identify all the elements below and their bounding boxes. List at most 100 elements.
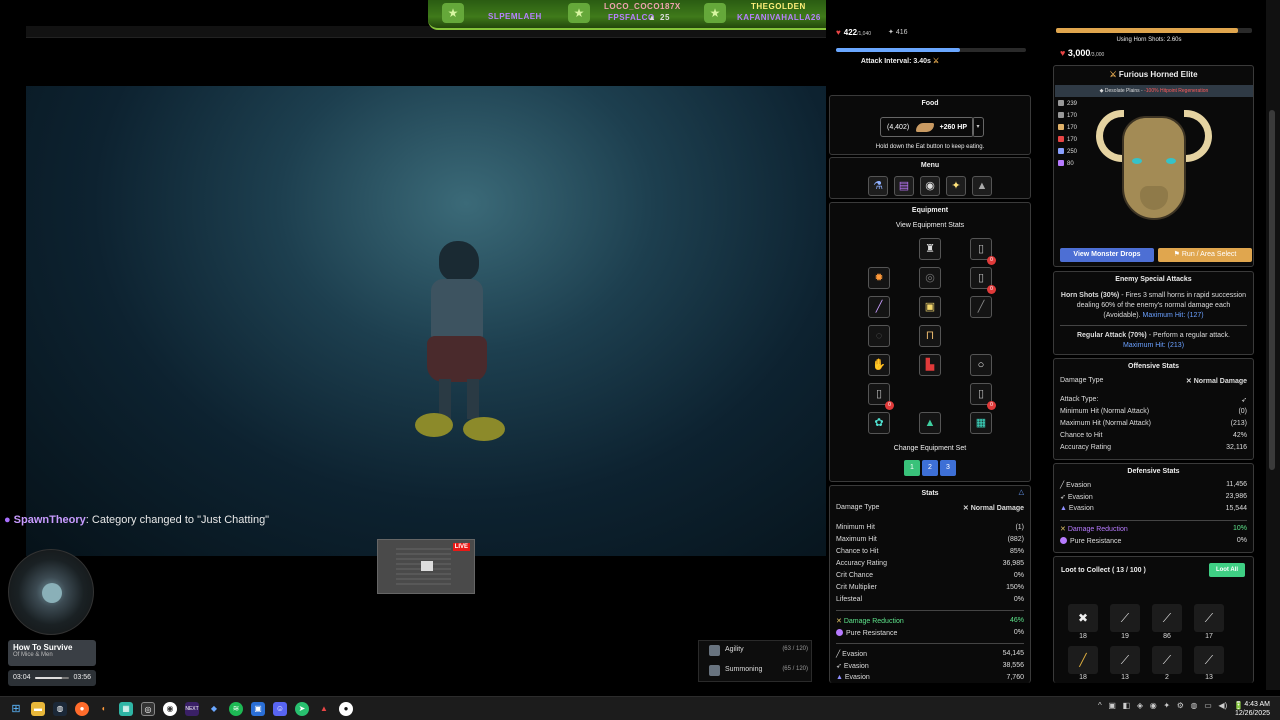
chat-message: ● SpawnTheory: Category changed to "Just …: [4, 514, 269, 526]
view-monster-drops-button[interactable]: View Monster Drops: [1060, 248, 1154, 262]
wolf-icon[interactable]: ▲: [972, 176, 992, 196]
body-armor-slot[interactable]: ▣: [919, 296, 941, 318]
enemy-column: Using Horn Shots: 2.60s ♥ 3,000/3,000 ⚔ …: [1036, 0, 1270, 690]
stream-video[interactable]: [26, 86, 826, 556]
quiver-slot[interactable]: ▲: [919, 412, 941, 434]
app-icon[interactable]: ▦: [119, 702, 133, 716]
weapon-slot[interactable]: ╱: [868, 296, 890, 318]
empty-slot[interactable]: ▯ 0: [868, 383, 894, 410]
live-preview-thumbnail[interactable]: LIVE: [377, 539, 475, 594]
orb-icon[interactable]: ◉: [920, 176, 940, 196]
run-area-select-button[interactable]: ⚑ Run / Area Select: [1158, 248, 1252, 262]
photos-icon[interactable]: ▣: [251, 702, 265, 716]
consumable-slot[interactable]: ▦: [970, 412, 992, 434]
food-dropdown[interactable]: ▾: [972, 117, 984, 137]
boots-slot[interactable]: ▙: [919, 354, 941, 376]
horn-icon[interactable]: ⟋: [1152, 604, 1182, 632]
ring2-slot[interactable]: ○: [970, 354, 992, 376]
scrollbar[interactable]: [1266, 0, 1280, 690]
firefox-icon[interactable]: ●: [75, 702, 89, 716]
clock-time: 4:43 AM: [1244, 701, 1270, 708]
app-icon[interactable]: ▲: [317, 702, 331, 716]
damage-type-row: Damage Type ✕ Normal Damage: [1060, 377, 1247, 385]
monster-card: ⚔ Furious Horned Elite ◆ Desolate Plains…: [1053, 65, 1254, 267]
legs-slot[interactable]: Π: [919, 325, 941, 347]
stat-row: Chance to Hit 42%: [1060, 432, 1247, 439]
spotify-icon[interactable]: ≋: [229, 702, 243, 716]
subscriber-banner: ★ SLPEMLAEH ★ LOCO_COCO187X FPSFALCO ▲ 2…: [428, 0, 842, 30]
evasion-row: ▲ Evasion 15,544: [1060, 505, 1247, 512]
chrome-icon[interactable]: ◉: [163, 702, 177, 716]
offhand-slot[interactable]: ╱: [970, 296, 992, 318]
loot-count: 17: [1205, 633, 1213, 640]
defensive-stats-title: Defensive Stats: [1127, 468, 1180, 475]
horn-icon[interactable]: ⟋: [1110, 646, 1140, 674]
amulet-slot[interactable]: ◎: [919, 267, 941, 289]
taskbar-clock[interactable]: 4:43 AM 12/26/2025: [1235, 700, 1270, 718]
monster-stat: 80: [1058, 160, 1074, 167]
app-icon[interactable]: ◆: [207, 702, 221, 716]
windows-start-icon[interactable]: ⊞: [9, 702, 23, 716]
next-app-icon[interactable]: NEXT: [185, 702, 199, 716]
empty-slot[interactable]: ▯ 0: [970, 383, 996, 410]
book-icon[interactable]: ▤: [894, 176, 914, 196]
horn-icon[interactable]: ⟋: [1110, 604, 1140, 632]
food-panel: Food (4,402) +260 HP ▾ Hold down the Eat…: [829, 95, 1031, 155]
song-progress-bar[interactable]: [35, 677, 69, 679]
skill-summoning[interactable]: Summoning (65 / 120): [699, 662, 813, 680]
skill-agility[interactable]: Agility (63 / 120): [699, 642, 813, 660]
special-attacks-title: Enemy Special Attacks: [1115, 276, 1192, 283]
gloves-slot[interactable]: ✋: [868, 354, 890, 376]
magic-evasion-icon: ▲: [836, 674, 845, 681]
magic-icon: [1058, 148, 1064, 154]
eat-button[interactable]: (4,402) +260 HP: [880, 117, 974, 137]
system-tray[interactable]: ^ ▣ ◧ ◈ ◉ ✦ ⚙ ◍ ▭ ◀) 🔋: [1098, 701, 1244, 710]
attack-timer-bar: [836, 48, 1026, 52]
app-icon[interactable]: ●: [339, 702, 353, 716]
hitpoints-icon: [1058, 160, 1064, 166]
attack-icon: [1058, 100, 1064, 106]
monster-stat: 170: [1058, 124, 1077, 131]
equipment-set-3-button[interactable]: 3: [940, 460, 956, 476]
stat-row: Lifesteal 0%: [836, 596, 1024, 603]
equipment-set-2-button[interactable]: 2: [922, 460, 938, 476]
helmet-slot[interactable]: ♜: [919, 238, 941, 260]
evasion-row: ╱ Evasion 54,145: [836, 650, 1024, 658]
summoning-icon: [709, 665, 720, 676]
empty-slot[interactable]: ▯ 0: [970, 267, 996, 294]
ring-slot[interactable]: ◌: [868, 325, 890, 347]
album-art: [8, 549, 94, 635]
obs-icon[interactable]: ◎: [141, 702, 155, 716]
song-progress: 03:04 03:56: [8, 670, 96, 686]
view-equipment-stats-link[interactable]: View Equipment Stats: [830, 222, 1030, 229]
steam-icon[interactable]: ◍: [53, 702, 67, 716]
file-explorer-icon[interactable]: ▬: [31, 702, 45, 716]
clock-date: 12/26/2025: [1234, 710, 1270, 717]
player-hp: ♥ 422/1,040: [836, 28, 872, 37]
loot-count: 2: [1165, 674, 1169, 681]
discord-icon[interactable]: ☺: [273, 702, 287, 716]
loot-all-button[interactable]: Loot All: [1209, 563, 1245, 577]
banner-name: SLPEMLAEH: [488, 12, 542, 21]
damage-reduction-icon: ✕: [1060, 526, 1068, 533]
pure-resistance-icon: [1060, 537, 1067, 544]
magic-evasion-icon: ▲: [1060, 505, 1069, 512]
chat-username: SpawnTheory: [13, 514, 86, 526]
horn-icon[interactable]: ⟋: [1194, 646, 1224, 674]
sparkle-icon[interactable]: ✦: [946, 176, 966, 196]
monster-stat: 170: [1058, 112, 1077, 119]
horn-icon[interactable]: ⟋: [1194, 604, 1224, 632]
heart-icon: ♥: [1060, 48, 1068, 58]
app-icon[interactable]: ➤: [295, 702, 309, 716]
blender-icon[interactable]: ◐: [97, 702, 111, 716]
loot-count: 18: [1079, 633, 1087, 640]
empty-slot[interactable]: ▯ 0: [970, 238, 996, 265]
collapse-icon[interactable]: △: [1019, 488, 1024, 496]
equipment-set-1-button[interactable]: 1: [904, 460, 920, 476]
cape-slot[interactable]: ✹: [868, 267, 890, 289]
potion-icon[interactable]: ⚗: [868, 176, 888, 196]
horn-icon[interactable]: ⟋: [1152, 646, 1182, 674]
bones-icon[interactable]: ✖: [1068, 604, 1098, 632]
arrow-icon[interactable]: ╱: [1068, 646, 1098, 674]
summon-slot[interactable]: ✿: [868, 412, 890, 434]
